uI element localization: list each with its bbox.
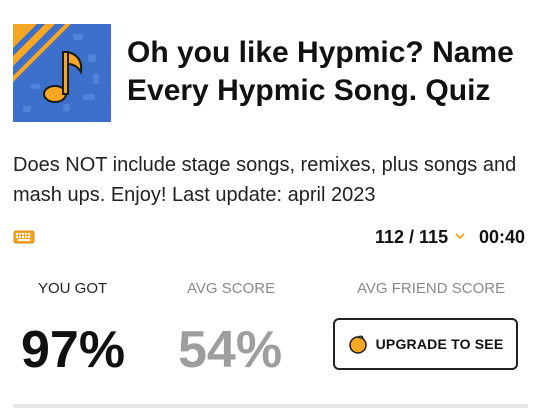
divider bbox=[13, 404, 528, 408]
quiz-description: Does NOT include stage songs, remixes, p… bbox=[13, 154, 517, 206]
average-score: 54% bbox=[178, 321, 283, 379]
quiz-status-bar: 112 / 115 00:40 bbox=[13, 225, 528, 251]
quiz-timer: 00:40 bbox=[479, 227, 526, 247]
avg-friend-score-label: AVG FRIEND SCORE bbox=[357, 280, 506, 297]
music-note-icon bbox=[13, 24, 111, 122]
upgrade-button[interactable]: UPGRADE TO SEE bbox=[333, 318, 518, 370]
you-got-label: YOU GOT bbox=[38, 280, 108, 297]
your-score: 97% bbox=[21, 321, 126, 379]
orange-icon bbox=[348, 335, 367, 354]
progress-count: 112 / 115 bbox=[375, 227, 449, 247]
avg-score-label: AVG SCORE bbox=[187, 280, 276, 297]
keyboard-icon[interactable] bbox=[13, 230, 35, 244]
quiz-title: Oh you like Hypmic? Name Every Hypmic So… bbox=[127, 36, 514, 107]
chevron-down-icon[interactable] bbox=[453, 229, 467, 243]
upgrade-button-label: UPGRADE TO SEE bbox=[375, 336, 504, 352]
quiz-thumbnail bbox=[13, 24, 111, 122]
